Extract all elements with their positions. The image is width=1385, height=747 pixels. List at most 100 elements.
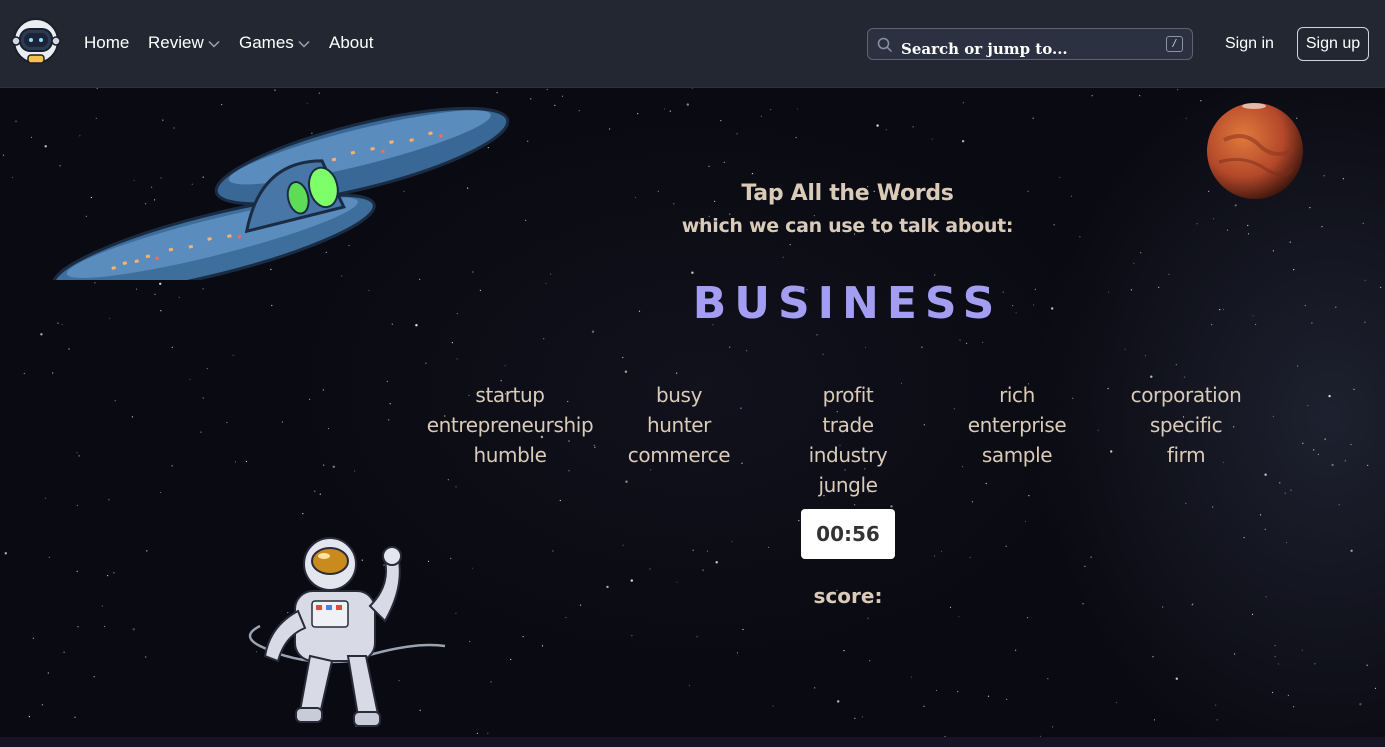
star-dot bbox=[796, 108, 799, 110]
star-dot bbox=[1366, 664, 1368, 666]
star-dot bbox=[76, 570, 78, 572]
robot-logo-icon[interactable] bbox=[10, 15, 62, 67]
star-dot bbox=[1374, 687, 1377, 690]
star-dot bbox=[234, 461, 237, 463]
sign-up-button[interactable]: Sign up bbox=[1297, 27, 1369, 61]
search-input[interactable] bbox=[901, 38, 1151, 60]
star-dot bbox=[663, 108, 666, 110]
star-dot bbox=[1317, 453, 1319, 456]
star-dot bbox=[1185, 117, 1187, 119]
star-dot bbox=[958, 616, 960, 618]
star-dot bbox=[47, 672, 49, 674]
star-dot bbox=[389, 403, 391, 405]
astronaut-illustration bbox=[248, 537, 446, 727]
nav-about-link[interactable]: About bbox=[329, 33, 373, 53]
star-dot bbox=[1274, 655, 1276, 658]
star-dot bbox=[923, 705, 925, 707]
star-dot bbox=[1302, 442, 1304, 444]
star-dot bbox=[1082, 603, 1084, 605]
star-dot bbox=[686, 103, 689, 106]
star-dot bbox=[625, 480, 628, 483]
star-dot bbox=[559, 499, 561, 502]
star-dot bbox=[971, 501, 974, 503]
star-dot bbox=[837, 700, 840, 703]
chevron-down-icon bbox=[208, 40, 220, 48]
star-dot bbox=[637, 113, 639, 115]
star-dot bbox=[1140, 252, 1142, 254]
star-dot bbox=[578, 110, 580, 112]
star-dot bbox=[1200, 100, 1202, 102]
star-dot bbox=[940, 550, 943, 552]
star-dot bbox=[1264, 528, 1266, 530]
star-dot bbox=[107, 575, 109, 577]
star-dot bbox=[1259, 514, 1262, 516]
star-dot bbox=[132, 628, 135, 631]
star-dot bbox=[1307, 405, 1309, 407]
star-dot bbox=[814, 687, 816, 689]
star-dot bbox=[969, 556, 971, 559]
star-dot bbox=[146, 550, 148, 552]
topic-word: BUSINESS bbox=[692, 278, 1003, 329]
star-dot bbox=[798, 520, 800, 522]
star-dot bbox=[1153, 719, 1156, 721]
star-dot bbox=[912, 126, 914, 128]
star-dot bbox=[456, 358, 458, 360]
star-dot bbox=[28, 716, 30, 718]
star-dot bbox=[1290, 489, 1292, 491]
nav-games-dropdown[interactable]: Games bbox=[239, 33, 310, 53]
star-dot bbox=[746, 350, 748, 352]
star-dot bbox=[985, 482, 987, 485]
word-column-5: corporation specific firm bbox=[1086, 380, 1286, 470]
star-dot bbox=[1338, 504, 1340, 506]
star-dot bbox=[782, 256, 784, 258]
star-dot bbox=[921, 346, 923, 348]
nav-review-label: Review bbox=[148, 33, 204, 52]
nav-review-dropdown[interactable]: Review bbox=[148, 33, 220, 53]
star-dot bbox=[202, 397, 204, 399]
star-dot bbox=[131, 416, 133, 418]
star-dot bbox=[490, 681, 492, 683]
star-dot bbox=[1032, 117, 1034, 119]
word-option[interactable]: firm bbox=[1086, 440, 1286, 470]
star-dot bbox=[1293, 706, 1295, 708]
star-dot bbox=[691, 271, 694, 274]
star-dot bbox=[676, 581, 678, 583]
star-dot bbox=[550, 273, 552, 275]
word-option[interactable]: corporation bbox=[1086, 380, 1286, 410]
word-option[interactable]: specific bbox=[1086, 410, 1286, 440]
star-dot bbox=[1350, 549, 1353, 552]
star-dot bbox=[795, 136, 797, 139]
nav-home-link[interactable]: Home bbox=[84, 33, 129, 53]
chevron-down-icon bbox=[298, 40, 310, 48]
star-dot bbox=[957, 691, 959, 693]
star-dot bbox=[1277, 663, 1280, 665]
star-dot bbox=[1006, 698, 1008, 701]
star-dot bbox=[1024, 520, 1027, 523]
star-dot bbox=[77, 626, 79, 628]
star-dot bbox=[772, 705, 774, 707]
star-dot bbox=[609, 128, 611, 130]
star-dot bbox=[934, 274, 936, 276]
word-option[interactable]: jungle bbox=[748, 470, 948, 500]
star-dot bbox=[302, 513, 304, 515]
star-dot bbox=[206, 368, 208, 370]
star-dot bbox=[322, 389, 324, 391]
star-dot bbox=[1367, 464, 1369, 466]
sign-in-link[interactable]: Sign in bbox=[1225, 35, 1274, 53]
star-dot bbox=[145, 656, 147, 658]
star-dot bbox=[1353, 388, 1355, 390]
star-dot bbox=[1272, 691, 1274, 694]
star-dot bbox=[226, 421, 228, 424]
search-box[interactable]: / bbox=[867, 28, 1193, 60]
star-dot bbox=[41, 704, 44, 706]
star-dot bbox=[565, 616, 567, 619]
star-dot bbox=[1313, 449, 1315, 451]
star-dot bbox=[1216, 719, 1218, 721]
star-dot bbox=[354, 470, 356, 472]
star-dot bbox=[768, 546, 770, 548]
star-dot bbox=[568, 470, 570, 472]
star-dot bbox=[314, 490, 316, 492]
star-dot bbox=[63, 651, 65, 653]
star-dot bbox=[982, 341, 984, 343]
star-dot bbox=[554, 104, 556, 106]
